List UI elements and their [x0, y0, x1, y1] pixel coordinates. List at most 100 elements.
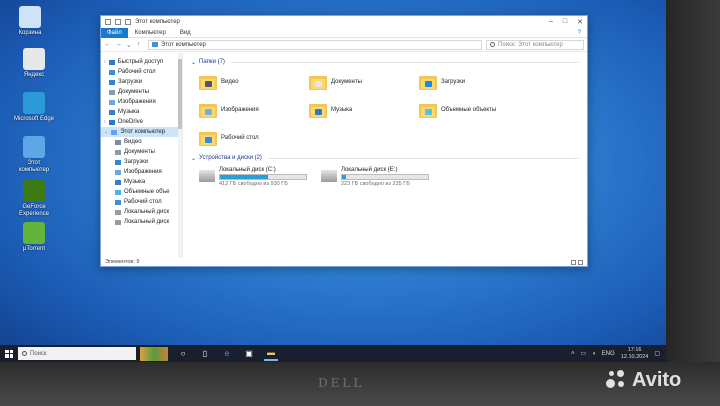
- help-icon[interactable]: ?: [578, 30, 587, 36]
- desktop-shortcut[interactable]: Microsoft Edge: [12, 92, 56, 123]
- nav-item[interactable]: › OneDrive: [101, 117, 182, 127]
- hard-drive-icon: [199, 170, 215, 182]
- drives-header-label: Устройства и диски (2): [199, 155, 262, 161]
- back-arrow-icon[interactable]: ←: [104, 41, 111, 48]
- clock[interactable]: 17:16 12.10.2024: [621, 347, 649, 361]
- drive-usage-fill: [342, 175, 347, 179]
- nav-item[interactable]: ⌄ Этот компьютер: [101, 127, 182, 137]
- music-icon: [115, 179, 121, 185]
- nav-item[interactable]: › Быстрый доступ: [101, 57, 182, 67]
- desktop-shortcut[interactable]: µTorrent: [12, 222, 56, 253]
- desktop-shortcut[interactable]: Этот компьютер: [12, 136, 56, 174]
- nav-item[interactable]: Музыка: [101, 177, 182, 187]
- laptop-bezel-right: [666, 0, 720, 406]
- chevron-up-icon[interactable]: ˄: [571, 351, 575, 357]
- edge-icon: [23, 92, 45, 114]
- search-input[interactable]: Поиск: Этот компьютер: [486, 39, 584, 50]
- nav-item[interactable]: Музыка: [101, 107, 182, 117]
- large-icons-view-icon[interactable]: [578, 259, 583, 265]
- folder-item[interactable]: Рабочий стол: [199, 127, 309, 149]
- drive-item[interactable]: Локальный диск (C:) 412 ГБ свободно из 9…: [199, 167, 307, 187]
- desktop-shortcut[interactable]: Яндекс: [12, 48, 56, 79]
- nav-item[interactable]: Видео: [101, 137, 182, 147]
- watermark-text: Avito: [632, 368, 682, 391]
- item-count: Элементов: 9: [105, 259, 140, 265]
- desktop-shortcut-label: Этот компьютер: [18, 160, 50, 173]
- edge-icon[interactable]: e: [220, 347, 234, 361]
- start-button[interactable]: [0, 345, 18, 362]
- nav-item[interactable]: Загрузки: [101, 77, 182, 87]
- desktop-shortcut[interactable]: Корзина: [8, 6, 52, 37]
- folder-label: Музыка: [331, 107, 353, 113]
- expand-arrow-icon[interactable]: ›: [104, 59, 106, 65]
- address-bar[interactable]: Этот компьютер: [148, 39, 482, 50]
- nav-item[interactable]: Документы: [101, 87, 182, 97]
- network-icon[interactable]: ▭: [580, 350, 586, 357]
- video-folder-icon: [199, 74, 217, 90]
- nav-item-label: Рабочий стол: [118, 69, 156, 75]
- task-view-icon[interactable]: ▯: [198, 347, 212, 361]
- explorer-window[interactable]: Этот компьютер – □ ✕ Файл Компьютер Вид …: [100, 15, 588, 267]
- maximize-button[interactable]: □: [563, 18, 567, 26]
- scrollbar-thumb[interactable]: [178, 59, 182, 129]
- nav-item-label: Загрузки: [124, 159, 149, 165]
- nav-item[interactable]: Рабочий стол: [101, 67, 182, 77]
- folder-item[interactable]: Видео: [199, 71, 309, 93]
- folder-label: Объемные объекты: [441, 107, 497, 113]
- drive-item[interactable]: Локальный диск (E:) 223 ГБ свободно из 2…: [321, 167, 429, 187]
- properties-icon[interactable]: [115, 19, 121, 25]
- folder-item[interactable]: Изображения: [199, 99, 309, 121]
- desktop-shortcut[interactable]: GeForce Experience: [12, 180, 56, 218]
- onedrive-icon: [108, 119, 115, 125]
- folders-header-label: Папки (7): [199, 59, 225, 65]
- minimize-button[interactable]: –: [549, 18, 553, 26]
- folder-item[interactable]: Загрузки: [419, 71, 529, 93]
- star-icon: [108, 59, 115, 65]
- folder-item[interactable]: Музыка: [309, 99, 419, 121]
- drives-section-header[interactable]: ⌄ Устройства и диски (2): [191, 153, 579, 163]
- nav-item[interactable]: Объемные объе: [101, 187, 182, 197]
- notifications-icon[interactable]: ▢: [654, 350, 660, 357]
- search-highlight-image[interactable]: [140, 346, 168, 361]
- nav-item[interactable]: Локальный диск: [101, 207, 182, 217]
- system-tray: ˄ ▭ ◖ ENG 17:16 12.10.2024 ▢: [571, 347, 666, 361]
- nav-item-label: Локальный диск: [124, 219, 170, 225]
- volume-icon[interactable]: ◖: [592, 351, 596, 357]
- window-title: Этот компьютер: [135, 19, 180, 25]
- nav-item[interactable]: Загрузки: [101, 157, 182, 167]
- tab-file[interactable]: Файл: [101, 27, 128, 38]
- content-pane: ⌄ Папки (7) Видео Документы Загрузки Изо…: [183, 53, 587, 258]
- file-explorer-icon[interactable]: ▬: [264, 347, 278, 361]
- up-arrow-icon[interactable]: ↑: [137, 41, 144, 48]
- forward-arrow-icon[interactable]: →: [115, 41, 122, 48]
- language-indicator[interactable]: ENG: [602, 351, 615, 357]
- close-button[interactable]: ✕: [577, 18, 583, 26]
- nav-item[interactable]: Изображения: [101, 167, 182, 177]
- folder-item[interactable]: Документы: [309, 71, 419, 93]
- utorrent-icon: [23, 222, 45, 244]
- folders-section-header[interactable]: ⌄ Папки (7): [191, 57, 579, 67]
- desktop-shortcut-label: Корзина: [18, 30, 42, 36]
- nav-item[interactable]: Рабочий стол: [101, 197, 182, 207]
- expand-arrow-icon[interactable]: ⌄: [104, 129, 108, 135]
- chevron-down-icon[interactable]: ⌄: [126, 41, 133, 49]
- downloads-icon: [115, 159, 121, 165]
- yandex-browser-icon: [23, 48, 45, 70]
- cortana-icon[interactable]: ○: [176, 347, 190, 361]
- store-icon[interactable]: ▣: [242, 347, 256, 361]
- drive-label: Локальный диск (E:): [341, 167, 398, 173]
- title-bar[interactable]: Этот компьютер – □ ✕: [101, 16, 587, 28]
- folder-item[interactable]: Объемные объекты: [419, 99, 529, 121]
- details-view-icon[interactable]: [571, 259, 576, 265]
- nav-item[interactable]: Документы: [101, 147, 182, 157]
- taskbar-search-input[interactable]: Поиск: [18, 347, 136, 360]
- tab-view[interactable]: Вид: [173, 30, 198, 36]
- nav-scrollbar[interactable]: [178, 53, 182, 258]
- nav-item[interactable]: Изображения: [101, 97, 182, 107]
- drive-usage-bar: [341, 174, 429, 180]
- expand-arrow-icon[interactable]: ›: [104, 119, 106, 125]
- tab-computer[interactable]: Компьютер: [128, 30, 173, 36]
- nav-item[interactable]: Локальный диск: [101, 217, 182, 227]
- quick-access-toolbar-icon[interactable]: [105, 19, 111, 25]
- new-folder-icon[interactable]: [125, 19, 131, 25]
